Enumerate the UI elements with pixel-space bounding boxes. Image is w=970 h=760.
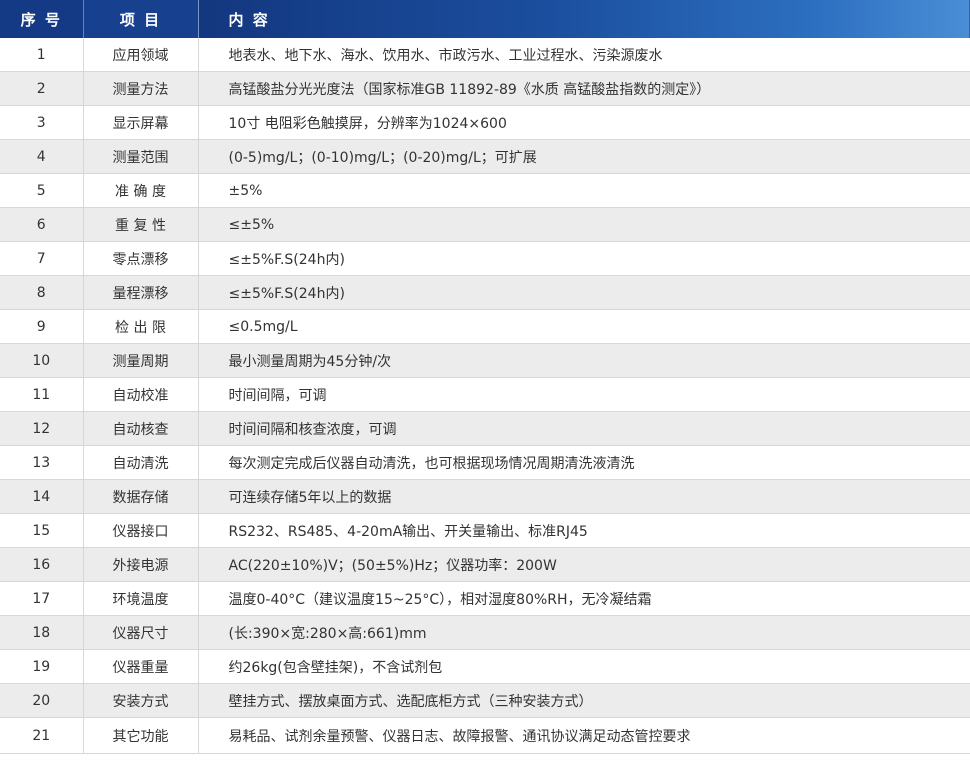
header-item: 项 目 [83,0,199,38]
table-row: 2 测量方法 高锰酸盐分光光度法（国家标准GB 11892-89《水质 高锰酸盐指数… [0,71,970,106]
row-item: 仪器重量 [83,649,199,684]
row-content: ≤±5%F.S(24h内) [198,241,970,276]
row-number: 21 [0,717,84,754]
row-item: 测量周期 [83,343,199,378]
row-item: 自动核查 [83,411,199,446]
row-number: 12 [0,411,84,446]
header-content: 内 容 [198,0,970,38]
table-row: 6重 复 性 ≤±5% [0,207,970,242]
row-item: 量程漂移 [83,275,199,310]
table-row: 15 仪器接口 RS232、RS485、4-20mA输出、开关量输出、标准RJ45 [0,513,970,548]
row-content: ≤±5%F.S(24h内) [198,275,970,310]
row-item: 准 确 度 [83,173,199,208]
row-number: 14 [0,479,84,514]
row-content: ≤0.5mg/L [198,309,970,344]
table-row: 9检 出 限 ≤0.5mg/L [0,309,970,344]
row-content: 地表水、地下水、海水、饮用水、市政污水、工业过程水、污染源废水 [198,38,970,72]
row-number: 15 [0,513,84,548]
table-row: 7 零点漂移 ≤±5%F.S(24h内) [0,241,970,276]
row-content: 可连续存储5年以上的数据 [198,479,970,514]
row-content: 时间间隔，可调 [198,377,970,412]
table-row: 20 安装方式 壁挂方式、摆放桌面方式、选配底柜方式（三种安装方式） [0,683,970,718]
row-item: 检 出 限 [83,309,199,344]
row-content: 温度0-40°C（建议温度15~25°C），相对湿度80%RH，无冷凝结霜 [198,581,970,616]
row-content: (0-5)mg/L；(0-10)mg/L；(0-20)mg/L；可扩展 [198,139,970,174]
row-number: 11 [0,377,84,412]
row-item: 重 复 性 [83,207,199,242]
row-content: 10寸 电阻彩色触摸屏，分辨率为1024×600 [198,105,970,140]
table-row: 1 应用领域 地表水、地下水、海水、饮用水、市政污水、工业过程水、污染源废水 [0,38,970,72]
table-row: 17 环境温度 温度0-40°C（建议温度15~25°C），相对湿度80%RH，无冷… [0,581,970,616]
table-row: 3 显示屏幕 10寸 电阻彩色触摸屏，分辨率为1024×600 [0,105,970,140]
row-content: 约26kg(包含壁挂架)，不含试剂包 [198,649,970,684]
row-item: 自动校准 [83,377,199,412]
row-item: 外接电源 [83,547,199,582]
row-content: ±5% [198,173,970,208]
table-row: 14 数据存储 可连续存储5年以上的数据 [0,479,970,514]
row-item: 数据存储 [83,479,199,514]
spec-table: 序 号 项 目 内 容 1 应用领域 地表水、地下水、海水、饮用水、市政污水、工业过… [0,0,970,754]
row-item: 其它功能 [83,717,199,754]
row-content: (长:390×宽:280×高:661)mm [198,615,970,650]
row-number: 10 [0,343,84,378]
row-number: 9 [0,309,84,344]
row-content: 最小测量周期为45分钟/次 [198,343,970,378]
table-row: 5准 确 度 ±5% [0,173,970,208]
table-body: 1 应用领域 地表水、地下水、海水、饮用水、市政污水、工业过程水、污染源废水 2 测量方… [0,38,970,754]
row-number: 13 [0,445,84,480]
row-item: 零点漂移 [83,241,199,276]
row-content: ≤±5% [198,207,970,242]
table-row: 16 外接电源 AC(220±10%)V；(50±5%)Hz；仪器功率：200W [0,547,970,582]
table-row: 12 自动核查 时间间隔和核查浓度，可调 [0,411,970,446]
row-content: 时间间隔和核查浓度，可调 [198,411,970,446]
row-item: 自动清洗 [83,445,199,480]
row-number: 20 [0,683,84,718]
row-number: 1 [0,38,84,72]
table-header: 序 号 项 目 内 容 [0,0,970,38]
row-content: AC(220±10%)V；(50±5%)Hz；仪器功率：200W [198,547,970,582]
row-content: 壁挂方式、摆放桌面方式、选配底柜方式（三种安装方式） [198,683,970,718]
row-number: 18 [0,615,84,650]
table-row: 8 量程漂移 ≤±5%F.S(24h内) [0,275,970,310]
row-item: 安装方式 [83,683,199,718]
table-row: 19 仪器重量 约26kg(包含壁挂架)，不含试剂包 [0,649,970,684]
table-row: 11 自动校准 时间间隔，可调 [0,377,970,412]
table-row: 21 其它功能 易耗品、试剂余量预警、仪器日志、故障报警、通讯协议满足动态管控要求 [0,717,970,754]
row-number: 7 [0,241,84,276]
row-number: 16 [0,547,84,582]
row-number: 4 [0,139,84,174]
header-no: 序 号 [0,0,84,38]
row-number: 5 [0,173,84,208]
row-item: 测量方法 [83,71,199,106]
row-number: 8 [0,275,84,310]
row-content: 易耗品、试剂余量预警、仪器日志、故障报警、通讯协议满足动态管控要求 [198,717,970,754]
row-item: 仪器接口 [83,513,199,548]
row-item: 环境温度 [83,581,199,616]
table-row: 18 仪器尺寸 (长:390×宽:280×高:661)mm [0,615,970,650]
row-item: 测量范围 [83,139,199,174]
row-number: 19 [0,649,84,684]
row-number: 17 [0,581,84,616]
row-number: 2 [0,71,84,106]
row-content: 每次测定完成后仪器自动清洗，也可根据现场情况周期清洗液清洗 [198,445,970,480]
row-item: 应用领域 [83,38,199,72]
row-number: 6 [0,207,84,242]
row-number: 3 [0,105,84,140]
row-content: 高锰酸盐分光光度法（国家标准GB 11892-89《水质 高锰酸盐指数的测定》） [198,71,970,106]
row-item: 仪器尺寸 [83,615,199,650]
row-content: RS232、RS485、4-20mA输出、开关量输出、标准RJ45 [198,513,970,548]
table-row: 4 测量范围 (0-5)mg/L；(0-10)mg/L；(0-20)mg/L；可扩展 [0,139,970,174]
table-row: 13 自动清洗 每次测定完成后仪器自动清洗，也可根据现场情况周期清洗液清洗 [0,445,970,480]
table-row: 10 测量周期 最小测量周期为45分钟/次 [0,343,970,378]
row-item: 显示屏幕 [83,105,199,140]
header-row: 序 号 项 目 内 容 [0,0,970,38]
